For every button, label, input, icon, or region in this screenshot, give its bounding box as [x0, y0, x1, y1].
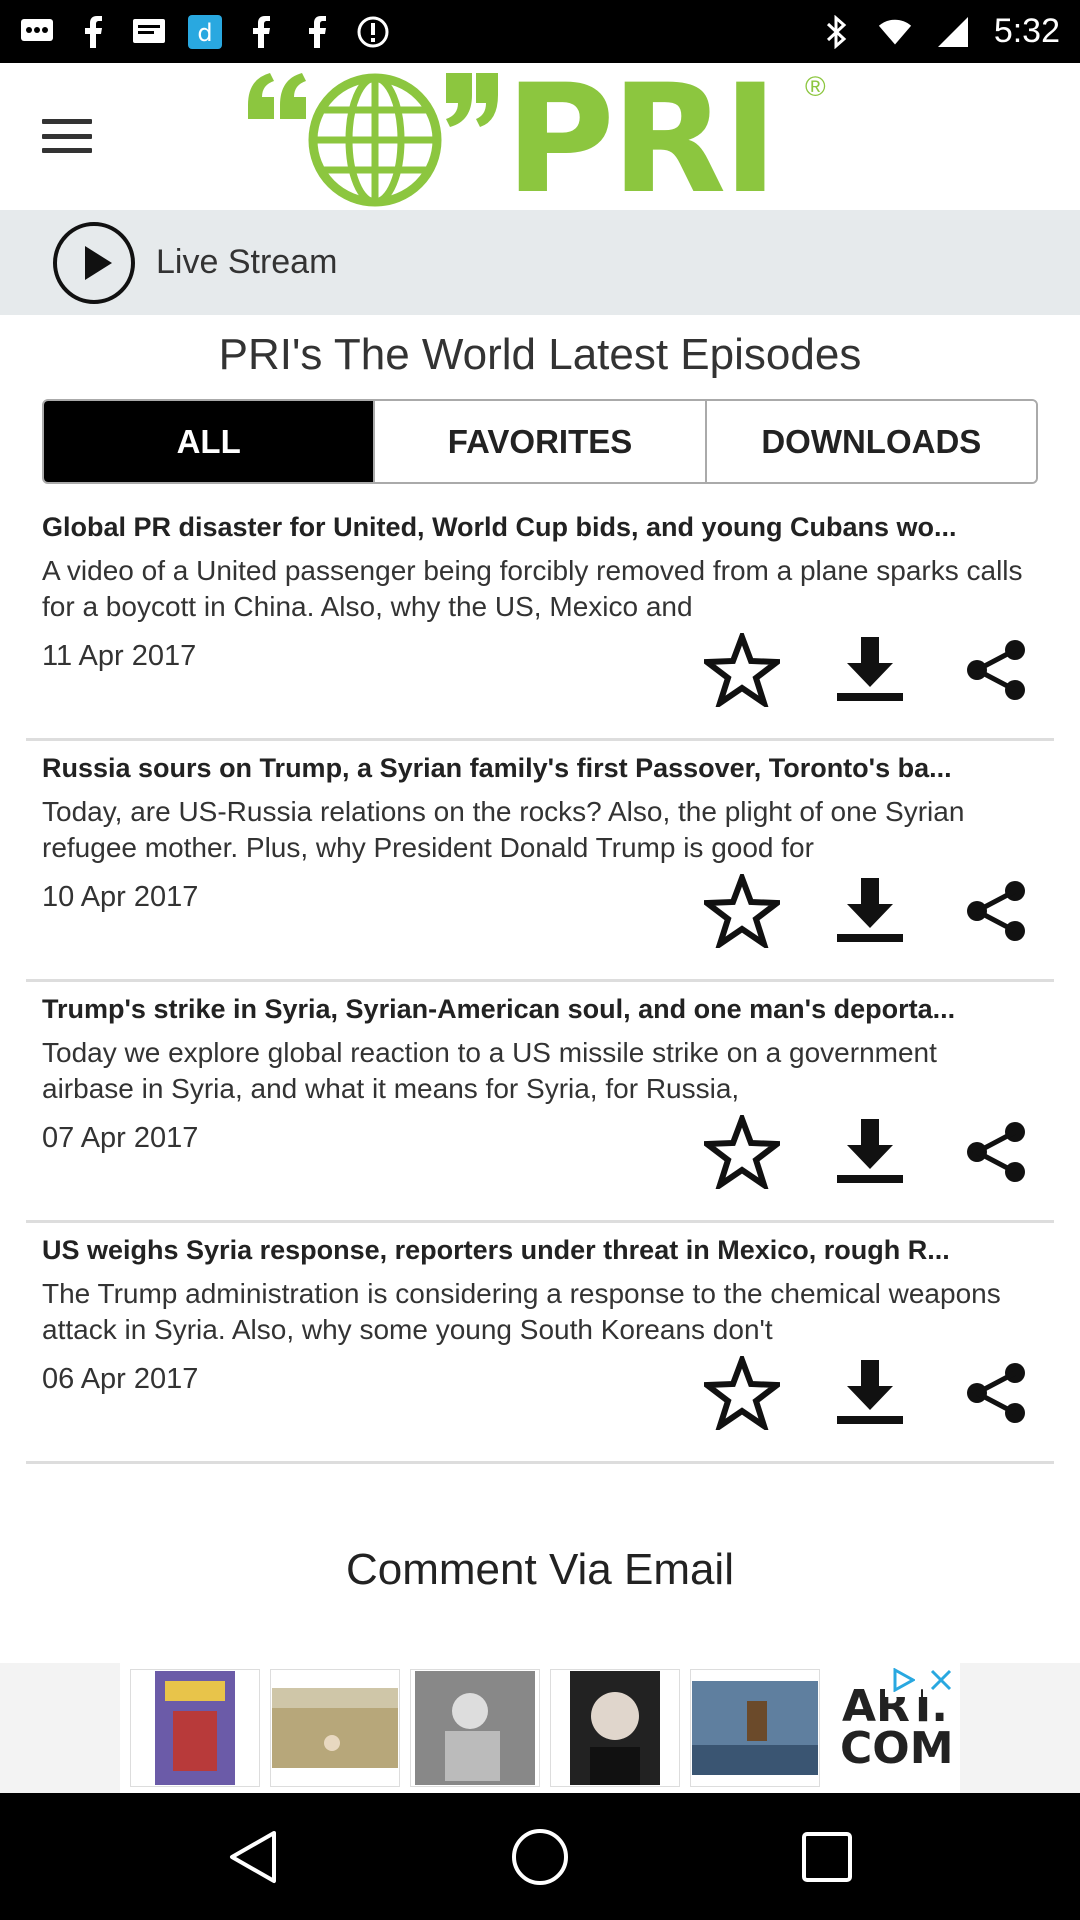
- hamburger-menu-icon[interactable]: [40, 113, 94, 159]
- episode-description: The Trump administration is considering …: [42, 1278, 1001, 1345]
- episode-item-partial[interactable]: [26, 1464, 1054, 1480]
- episode-description: Today, are US-Russia relations on the ro…: [42, 796, 965, 863]
- status-notifications: d: [20, 14, 390, 49]
- adchoices-icon[interactable]: [885, 1663, 921, 1697]
- download-icon[interactable]: [830, 1353, 910, 1433]
- facebook-icon: [244, 15, 278, 49]
- status-system: 5:32: [820, 12, 1060, 51]
- app-header: PRI ®: [0, 53, 1080, 227]
- facebook-icon: [300, 15, 334, 49]
- svg-text:d: d: [197, 19, 212, 47]
- ad-thumbnail-1985-poster[interactable]: [130, 1669, 260, 1787]
- ad-thumbnail-marilyn-photo[interactable]: [410, 1669, 540, 1787]
- message-icon: [132, 15, 166, 49]
- ad-controls: [885, 1663, 959, 1697]
- signal-icon: [936, 15, 970, 49]
- download-icon[interactable]: [830, 1112, 910, 1192]
- ad-banner[interactable]: ART. COM: [0, 1663, 1080, 1793]
- dictionary-icon: d: [188, 14, 222, 49]
- globe-quotes-icon: [248, 73, 498, 207]
- episode-item[interactable]: Russia sours on Trump, a Syrian family's…: [26, 741, 1054, 982]
- episode-date: 06 Apr 2017: [42, 1363, 199, 1395]
- alert-icon: [356, 15, 390, 49]
- bluetooth-icon: [820, 14, 854, 49]
- share-icon[interactable]: [956, 630, 1036, 710]
- episode-date: 10 Apr 2017: [42, 881, 199, 913]
- ad-brand-artcom[interactable]: ART. COM: [840, 1685, 953, 1771]
- ad-thumbnail-ship-painting[interactable]: [690, 1669, 820, 1787]
- favorite-star-icon[interactable]: [702, 1112, 782, 1192]
- home-icon[interactable]: [505, 1822, 575, 1892]
- download-icon[interactable]: [830, 630, 910, 710]
- system-nav-bar: [0, 1793, 1080, 1920]
- episode-item[interactable]: US weighs Syria response, reporters unde…: [26, 1223, 1054, 1464]
- chat-icon: [20, 15, 54, 49]
- live-stream-label: Live Stream: [156, 243, 338, 281]
- episode-item[interactable]: Global PR disaster for United, World Cup…: [26, 500, 1054, 741]
- episode-item[interactable]: Trump's strike in Syria, Syrian-American…: [26, 982, 1054, 1223]
- back-icon[interactable]: [218, 1822, 288, 1892]
- pri-logo: PRI ®: [240, 53, 840, 227]
- share-icon[interactable]: [956, 871, 1036, 951]
- ad-content[interactable]: ART. COM: [120, 1663, 960, 1793]
- favorite-star-icon[interactable]: [702, 871, 782, 951]
- logo-registered-mark: ®: [805, 71, 826, 102]
- ad-thumbnail-marilyn-portrait[interactable]: [550, 1669, 680, 1787]
- episode-actions: [702, 871, 1042, 951]
- episode-title[interactable]: Trump's strike in Syria, Syrian-American…: [42, 994, 1042, 1025]
- episode-date: 11 Apr 2017: [42, 640, 197, 672]
- share-icon[interactable]: [956, 1112, 1036, 1192]
- episode-actions: [702, 1353, 1042, 1433]
- play-circle-icon[interactable]: [52, 221, 136, 305]
- section-title: PRI's The World Latest Episodes: [218, 330, 862, 379]
- episode-date: 07 Apr 2017: [42, 1122, 199, 1154]
- episode-actions: [702, 630, 1042, 710]
- recents-icon[interactable]: [792, 1822, 862, 1892]
- facebook-icon: [76, 15, 110, 49]
- logo-text: PRI: [505, 53, 778, 227]
- episode-tabs: ALL FAVORITES DOWNLOADS: [42, 399, 1038, 484]
- episode-title[interactable]: US weighs Syria response, reporters unde…: [42, 1235, 1042, 1266]
- tab-downloads[interactable]: DOWNLOADS: [706, 401, 1036, 482]
- wifi-icon: [878, 15, 912, 49]
- episode-list: Global PR disaster for United, World Cup…: [26, 500, 1054, 1480]
- download-icon[interactable]: [830, 871, 910, 951]
- close-ad-icon[interactable]: [923, 1663, 959, 1697]
- episode-actions: [702, 1112, 1042, 1192]
- favorite-star-icon[interactable]: [702, 630, 782, 710]
- status-time: 5:32: [993, 12, 1060, 50]
- episode-title[interactable]: Russia sours on Trump, a Syrian family's…: [42, 753, 1042, 784]
- live-stream-bar[interactable]: Live Stream: [0, 210, 1080, 315]
- episode-description: Today we explore global reaction to a US…: [42, 1037, 937, 1104]
- ad-thumbnail-landscape-painting[interactable]: [270, 1669, 400, 1787]
- tab-favorites[interactable]: FAVORITES: [375, 401, 707, 482]
- tab-all[interactable]: ALL: [44, 401, 376, 482]
- favorite-star-icon[interactable]: [702, 1353, 782, 1433]
- comment-via-email-button[interactable]: Comment Via Email: [0, 1545, 1080, 1595]
- episode-title[interactable]: Global PR disaster for United, World Cup…: [42, 512, 1042, 543]
- episode-description: A video of a United passenger being forc…: [42, 555, 1023, 622]
- share-icon[interactable]: [956, 1353, 1036, 1433]
